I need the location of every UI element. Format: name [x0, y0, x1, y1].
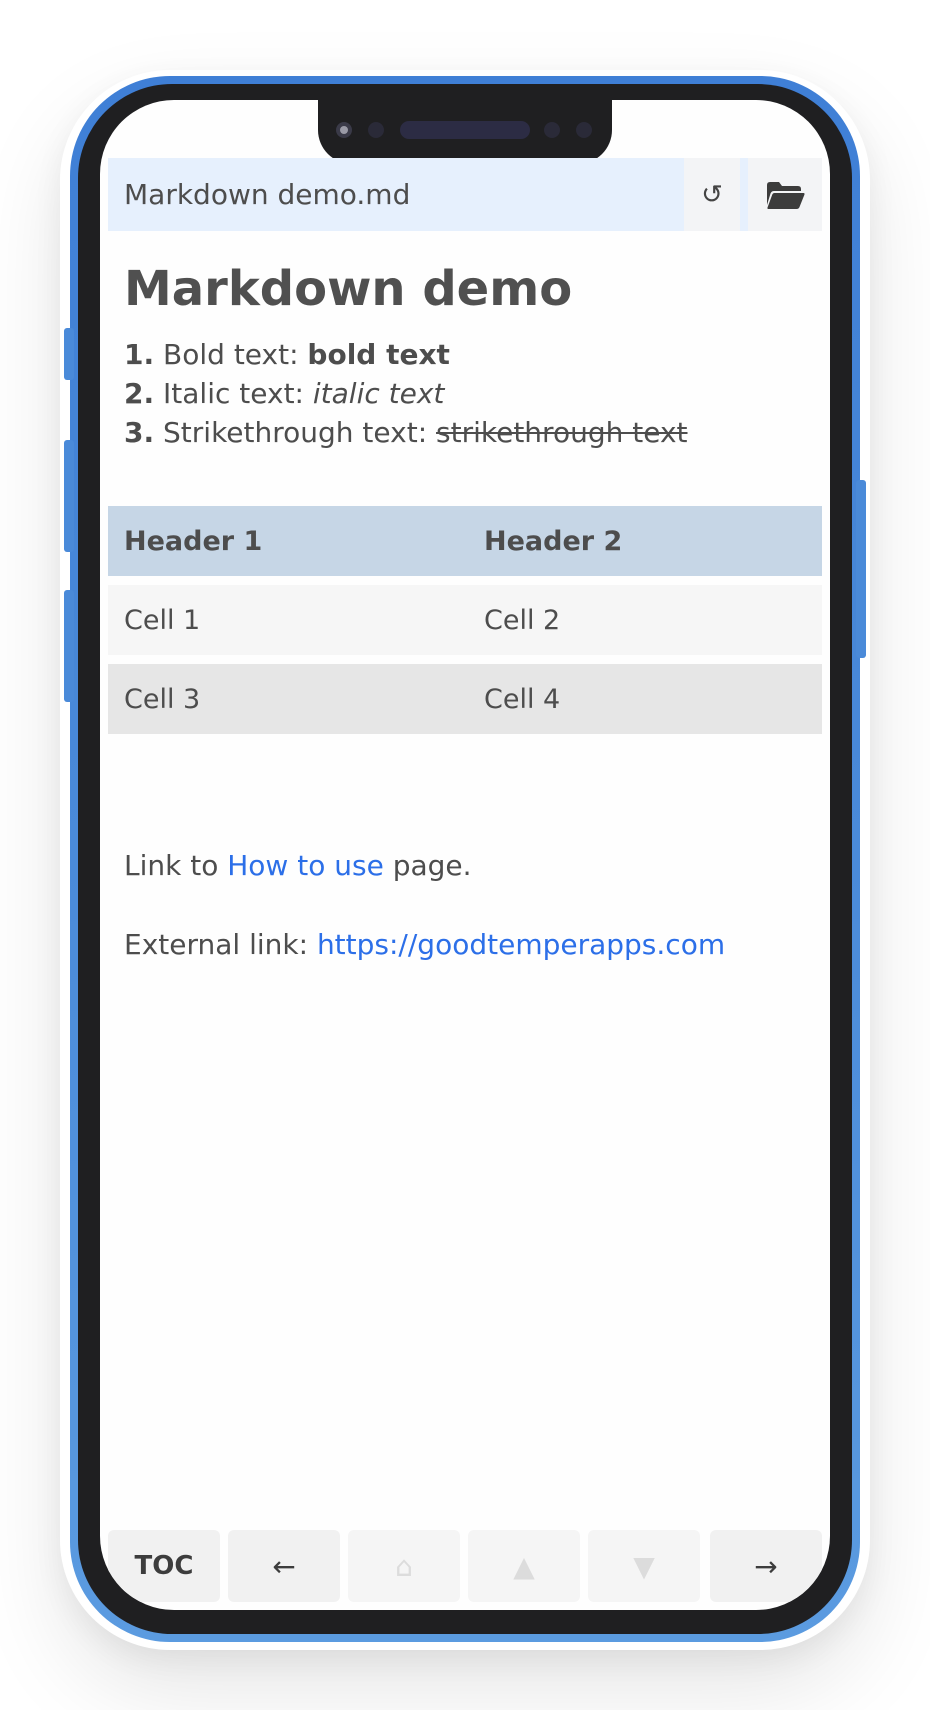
- list-number: 1.: [124, 338, 155, 371]
- list-item: 2. Italic text: italic text: [124, 374, 688, 413]
- ordered-list: 1. Bold text: bold text 2. Italic text: …: [124, 335, 688, 452]
- list-item: 3. Strikethrough text: strikethrough tex…: [124, 413, 688, 452]
- italic-text: italic text: [312, 377, 445, 410]
- link-prefix: Link to: [124, 849, 228, 882]
- scroll-down-button[interactable]: ▼: [588, 1530, 700, 1602]
- arrow-right-icon: →: [754, 1549, 778, 1583]
- forward-button[interactable]: →: [710, 1530, 822, 1602]
- notch: [318, 100, 612, 164]
- phone-volume-up-button: [64, 440, 74, 552]
- phone-volume-down-button: [64, 590, 74, 702]
- table-row: Cell 1 Cell 2: [108, 585, 822, 655]
- back-button[interactable]: ←: [228, 1530, 340, 1602]
- folder-open-icon: [767, 181, 805, 209]
- speaker-grille: [400, 121, 530, 139]
- table-row: Cell 3 Cell 4: [108, 664, 822, 734]
- sensor-icon: [368, 122, 384, 138]
- table-header-cell: Header 2: [484, 525, 623, 557]
- phone-side-button: [64, 328, 74, 380]
- external-link-paragraph: External link: https://goodtemperapps.co…: [124, 928, 725, 961]
- phone-screen: Markdown demo.md ↺ Markdown demo 1. Bold…: [100, 100, 830, 1610]
- document-title: Markdown demo: [124, 261, 573, 317]
- list-label: Italic text:: [163, 377, 313, 410]
- file-title[interactable]: Markdown demo.md: [124, 158, 410, 231]
- external-link[interactable]: https://goodtemperapps.com: [317, 928, 725, 961]
- strikethrough-text: strikethrough text: [436, 416, 688, 449]
- reload-button[interactable]: ↺: [684, 158, 740, 231]
- camera-icon: [336, 122, 352, 138]
- triangle-down-icon: ▼: [633, 1549, 655, 1583]
- reload-icon: ↺: [701, 179, 723, 210]
- list-number: 3.: [124, 416, 155, 449]
- markdown-table: Header 1 Header 2 Cell 1 Cell 2 Cell 3 C…: [108, 506, 822, 734]
- toc-button[interactable]: TOC: [108, 1530, 220, 1602]
- open-folder-button[interactable]: [748, 158, 822, 231]
- arrow-left-icon: ←: [272, 1549, 296, 1583]
- list-number: 2.: [124, 377, 155, 410]
- link-suffix: page.: [383, 849, 472, 882]
- sensor-icon: [544, 122, 560, 138]
- table-cell: Cell 2: [484, 604, 561, 636]
- phone-power-button: [856, 480, 866, 658]
- table-cell: Cell 3: [124, 683, 201, 715]
- triangle-up-icon: ▲: [513, 1549, 535, 1583]
- home-button[interactable]: ⌂: [348, 1530, 460, 1602]
- list-label: Strikethrough text:: [163, 416, 437, 449]
- home-icon: ⌂: [395, 1549, 413, 1583]
- table-header-cell: Header 1: [124, 525, 263, 557]
- internal-link-paragraph: Link to How to use page.: [124, 849, 472, 882]
- file-bar: Markdown demo.md ↺: [108, 158, 822, 231]
- link-prefix: External link:: [124, 928, 317, 961]
- table-header-row: Header 1 Header 2: [108, 506, 822, 576]
- how-to-use-link[interactable]: How to use: [227, 849, 384, 882]
- sensor-icon: [576, 122, 592, 138]
- table-cell: Cell 1: [124, 604, 201, 636]
- list-label: Bold text:: [163, 338, 308, 371]
- bottom-toolbar: TOC ← ⌂ ▲ ▼ →: [108, 1530, 822, 1602]
- list-item: 1. Bold text: bold text: [124, 335, 688, 374]
- bold-text: bold text: [307, 338, 450, 371]
- table-cell: Cell 4: [484, 683, 561, 715]
- scroll-up-button[interactable]: ▲: [468, 1530, 580, 1602]
